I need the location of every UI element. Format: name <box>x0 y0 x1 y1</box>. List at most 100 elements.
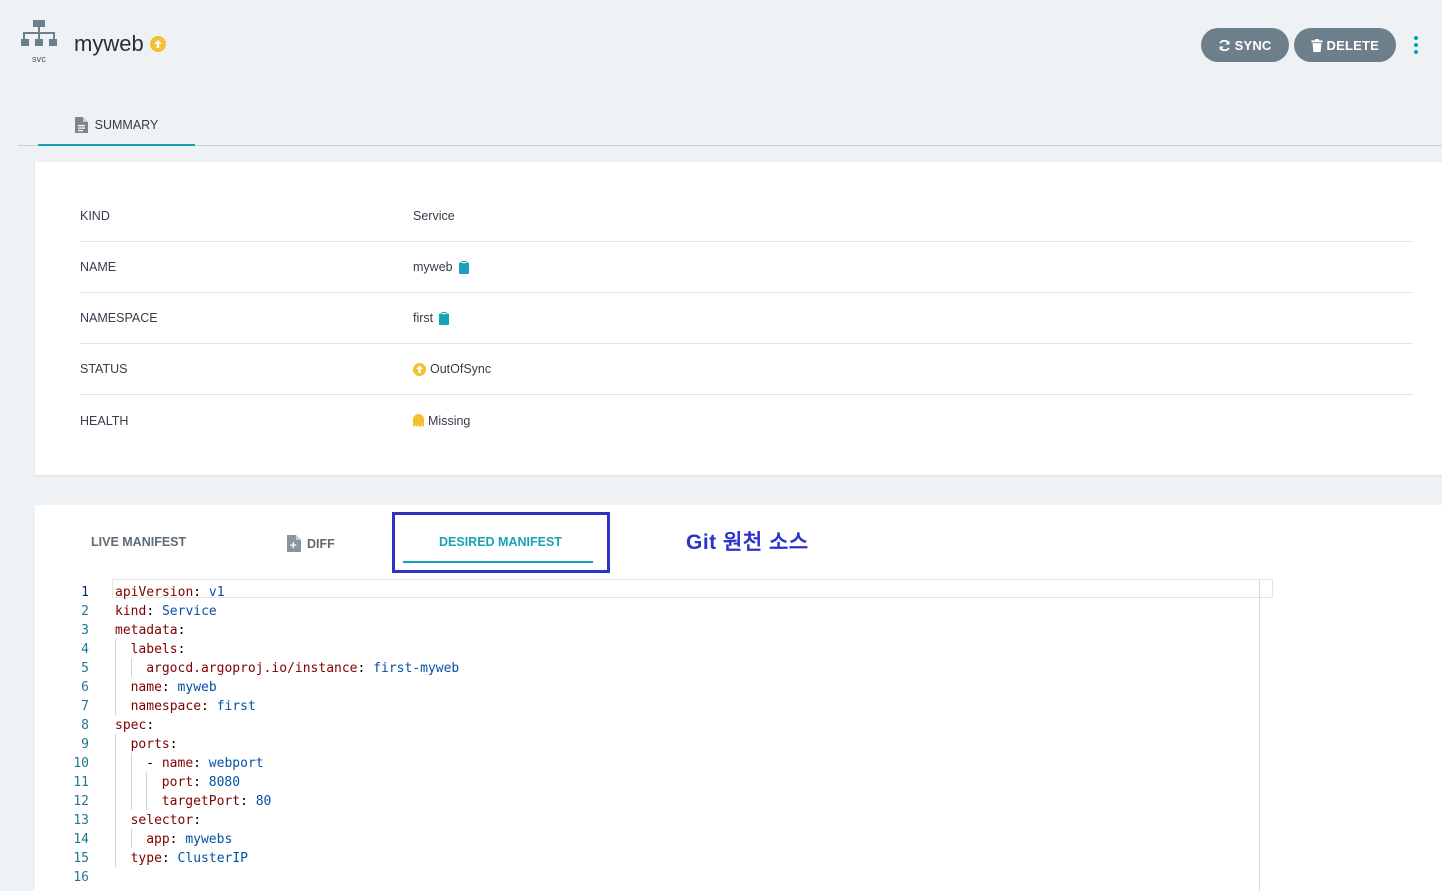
yaml-key: port <box>161 775 194 790</box>
service-kind-icon: svc <box>20 20 58 64</box>
health-value-text: Missing <box>428 413 471 428</box>
indent-guide <box>115 696 116 715</box>
code-line: labels: <box>130 642 186 657</box>
line-number: 3 <box>81 623 89 638</box>
code-line: name: myweb <box>130 680 217 695</box>
details-tabs: SUMMARY <box>18 106 1442 146</box>
manifest-tabs: LIVE MANIFEST DIFF DESIRED MANIFEST Git … <box>35 505 1442 573</box>
indent-guide <box>115 753 116 772</box>
code-line: type: ClusterIP <box>130 851 249 866</box>
sync-button[interactable]: SYNC <box>1200 28 1289 62</box>
indent-guide <box>115 772 116 791</box>
header-actions: SYNC DELETE <box>1200 28 1396 62</box>
indent-guide <box>115 791 116 810</box>
out-of-sync-icon <box>149 36 166 52</box>
indent-guide <box>146 791 148 810</box>
yaml-value: webport <box>200 756 264 771</box>
out-of-sync-icon <box>413 362 426 376</box>
line-number: 2 <box>81 604 89 619</box>
clipboard-icon[interactable] <box>458 260 469 274</box>
current-line-highlight <box>112 579 1273 598</box>
yaml-value: 80 <box>247 794 272 809</box>
delete-button[interactable]: DELETE <box>1293 28 1396 62</box>
yaml-value: first-myweb <box>365 661 460 676</box>
code-line: spec: <box>115 718 155 733</box>
yaml-key: spec <box>115 718 147 733</box>
line-number: 1 <box>81 585 89 600</box>
file-diff-icon <box>287 535 301 552</box>
yaml-value: v1 <box>201 585 225 600</box>
code-line: argocd.argoproj.io/instance: first-myweb <box>146 661 460 676</box>
status-value-text: OutOfSync <box>430 362 492 376</box>
line-number: 11 <box>73 775 89 790</box>
yaml-value: 8080 <box>200 775 241 790</box>
editor-scrollbar[interactable] <box>1259 579 1260 891</box>
yaml-key: apiVersion <box>115 585 194 600</box>
yaml-key: type <box>130 851 162 866</box>
line-number: 10 <box>73 756 89 771</box>
summary-card: KIND Service NAME myweb NAMESPACE first … <box>35 162 1442 475</box>
name-value: myweb <box>413 260 469 274</box>
indent-guide <box>115 829 116 848</box>
refresh-icon <box>1218 39 1230 51</box>
tab-diff[interactable]: DIFF <box>287 535 335 552</box>
annotation-highlight-box <box>392 512 610 573</box>
indent-guide <box>130 772 132 791</box>
tab-summary[interactable]: SUMMARY <box>38 106 195 146</box>
annotation-text: Git 원천 소스 <box>686 531 809 554</box>
yaml-value: ClusterIP <box>169 851 249 866</box>
yaml-key: kind <box>115 604 147 619</box>
yaml-value: myweb <box>169 680 217 695</box>
line-number: 13 <box>73 813 89 828</box>
yaml-value: Service <box>154 604 217 619</box>
code-line: port: 8080 <box>161 775 241 790</box>
namespace-value: first <box>413 311 450 325</box>
manifest-panel: LIVE MANIFEST DIFF DESIRED MANIFEST Git … <box>35 505 1442 891</box>
line-number: 12 <box>73 794 89 809</box>
yaml-key: metadata <box>115 623 178 638</box>
yaml-key: selector <box>130 813 194 828</box>
indent-guide <box>130 829 132 848</box>
yaml-value: mywebs <box>177 832 233 847</box>
clipboard-icon[interactable] <box>439 311 450 325</box>
indent-guide <box>115 848 116 867</box>
yaml-key: namespace <box>130 699 202 714</box>
code-line: ports: <box>130 737 178 752</box>
kind-label: KIND <box>80 209 110 223</box>
kind-value-text: Service <box>413 209 455 223</box>
code-line: kind: Service <box>115 604 217 619</box>
yaml-value: first <box>208 699 256 714</box>
more-options-icon[interactable] <box>1414 36 1418 54</box>
tab-summary-label: SUMMARY <box>94 118 159 132</box>
yaml-key: name <box>161 756 194 771</box>
line-number: 15 <box>73 851 89 866</box>
code-line: apiVersion: v1 <box>115 585 225 600</box>
namespace-value-text: first <box>413 311 434 325</box>
code-line: metadata: <box>115 623 186 638</box>
line-number: 7 <box>81 699 89 714</box>
tab-live-manifest[interactable]: LIVE MANIFEST <box>91 535 186 549</box>
resource-name: myweb <box>74 31 144 56</box>
code-line: targetPort: 80 <box>161 794 272 809</box>
yaml-key: targetPort <box>161 794 241 809</box>
health-label: HEALTH <box>80 413 129 428</box>
ghost-icon <box>413 414 424 427</box>
summary-row-name: NAME myweb <box>80 242 1413 293</box>
sync-button-label: SYNC <box>1234 37 1272 53</box>
delete-button-label: DELETE <box>1326 37 1379 53</box>
status-label: STATUS <box>80 362 128 376</box>
yaml-key: argocd.argoproj.io/instance <box>146 661 358 676</box>
indent-guide <box>130 753 132 772</box>
code-line: app: mywebs <box>146 832 233 847</box>
indent-guide <box>115 658 116 677</box>
yaml-key: name <box>130 680 162 695</box>
name-label: NAME <box>80 260 117 274</box>
code-editor[interactable]: 1 2 3 4 5 6 7 8 9 10 11 12 13 14 15 16 apiVersion: v1 ki… <box>35 579 1275 891</box>
line-number: 4 <box>81 642 89 657</box>
status-value: OutOfSync <box>413 362 491 376</box>
line-number: 16 <box>73 870 89 885</box>
kind-value: Service <box>413 209 455 223</box>
yaml-key: labels <box>130 642 178 657</box>
indent-guide <box>115 639 116 658</box>
indent-guide <box>115 677 116 696</box>
